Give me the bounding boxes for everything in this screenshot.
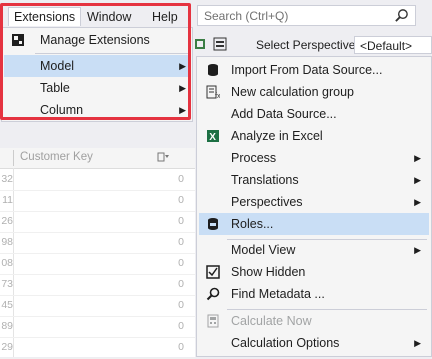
table-row[interactable]: 89 0: [0, 316, 195, 338]
row-cell-customer-key: 0: [178, 257, 184, 269]
menu-item-perspectives[interactable]: Perspectives ▶: [199, 191, 429, 213]
menu-item-import-from-data-source[interactable]: Import From Data Source...: [199, 59, 429, 81]
svg-text:X: X: [209, 132, 216, 143]
menu-item-calculate-now[interactable]: Calculate Now: [199, 310, 429, 332]
submenu-arrow-icon: ▶: [414, 245, 421, 255]
menu-item-add-data-source[interactable]: Add Data Source...: [199, 103, 429, 125]
menu-item-translations[interactable]: Translations ▶: [199, 169, 429, 191]
row-cell-left: 73: [1, 278, 13, 290]
menu-item-new-calculation-group[interactable]: fx New calculation group: [199, 81, 429, 103]
roles-icon: [208, 218, 218, 230]
row-cell-customer-key: 0: [178, 194, 184, 206]
perspective-icon[interactable]: [213, 37, 227, 51]
grid-header: Customer Key: [0, 148, 195, 169]
show-hidden-icon: [206, 265, 220, 279]
row-cell-customer-key: 0: [178, 278, 184, 290]
model-submenu: Import From Data Source... fx New calcul…: [196, 56, 432, 357]
menu-item-model-view[interactable]: Model View ▶: [199, 239, 429, 261]
column-header-customer-key[interactable]: Customer Key: [20, 151, 93, 163]
table-row[interactable]: 73 0: [0, 274, 195, 296]
table-row[interactable]: 45 0: [0, 295, 195, 317]
menu-item-process[interactable]: Process ▶: [199, 147, 429, 169]
menu-item-find-metadata[interactable]: Find Metadata ...: [199, 283, 429, 305]
table-row[interactable]: 11 0: [0, 190, 195, 212]
perspective-dropdown[interactable]: <Default>: [354, 36, 432, 54]
calculation-group-icon: fx: [206, 85, 220, 99]
row-cell-customer-key: 0: [178, 320, 184, 332]
submenu-arrow-icon: ▶: [414, 197, 421, 207]
find-icon: [206, 287, 220, 301]
table-row[interactable]: 26 0: [0, 211, 195, 233]
row-cell-customer-key: 0: [178, 341, 184, 353]
excel-icon: X: [207, 130, 219, 143]
column-filter-icon[interactable]: [157, 151, 169, 163]
database-icon: [208, 64, 218, 76]
submenu-arrow-icon: ▶: [414, 153, 421, 163]
search-placeholder: Search (Ctrl+Q): [204, 9, 289, 23]
table-row[interactable]: 08 0: [0, 253, 195, 275]
model-icon[interactable]: [193, 37, 207, 51]
row-cell-left: 11: [2, 194, 13, 206]
row-cell-customer-key: 0: [178, 236, 184, 248]
table-row[interactable]: 29 0: [0, 337, 195, 359]
svg-text:fx: fx: [215, 93, 220, 99]
row-cell-left: 98: [1, 236, 13, 248]
row-cell-left: 32: [1, 173, 13, 185]
menu-item-show-hidden[interactable]: Show Hidden: [199, 261, 429, 283]
menu-item-analyze-in-excel[interactable]: X Analyze in Excel: [199, 125, 429, 147]
menu-item-calculation-options[interactable]: Calculation Options ▶: [199, 332, 429, 354]
perspective-value: <Default>: [360, 39, 413, 53]
row-cell-left: 29: [1, 341, 13, 353]
annotation-highlight-box: [0, 3, 191, 120]
select-perspective-label: Select Perspective: [256, 38, 356, 52]
search-icon[interactable]: [394, 8, 409, 23]
menu-item-roles[interactable]: Roles...: [199, 213, 429, 235]
calculator-icon: [207, 314, 219, 328]
submenu-arrow-icon: ▶: [414, 338, 421, 348]
table-row[interactable]: 32 0: [0, 169, 195, 191]
row-cell-customer-key: 0: [178, 299, 184, 311]
row-cell-customer-key: 0: [178, 173, 184, 185]
row-cell-left: 89: [1, 320, 13, 332]
row-cell-left: 08: [1, 257, 13, 269]
column-divider: [13, 150, 14, 166]
row-cell-left: 45: [1, 299, 13, 311]
submenu-arrow-icon: ▶: [414, 175, 421, 185]
row-cell-left: 26: [1, 215, 13, 227]
row-cell-customer-key: 0: [178, 215, 184, 227]
table-row[interactable]: 98 0: [0, 232, 195, 254]
search-box[interactable]: Search (Ctrl+Q): [197, 5, 416, 26]
